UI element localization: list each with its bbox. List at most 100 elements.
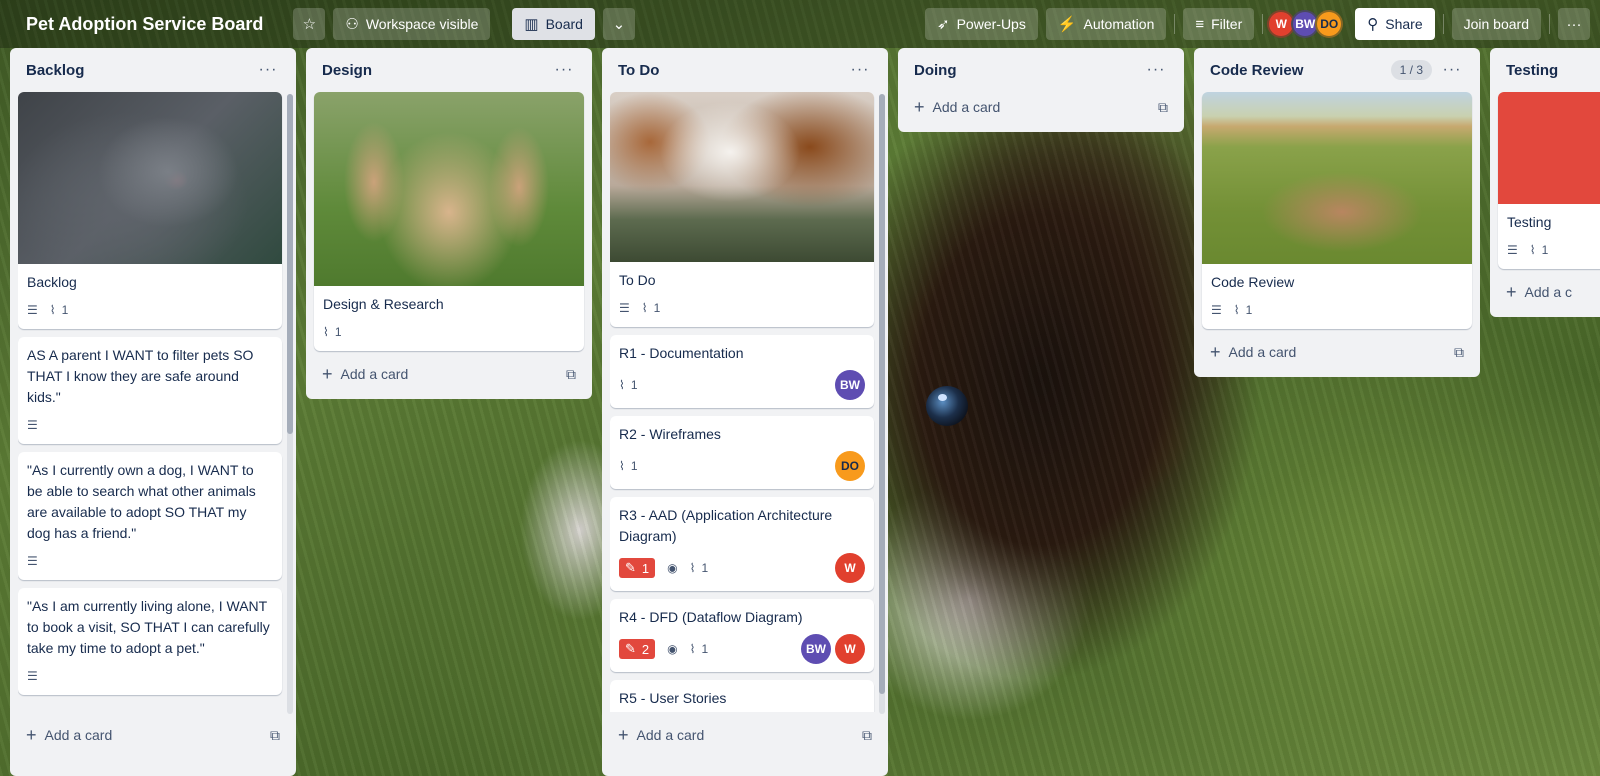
list-title[interactable]: Design xyxy=(322,62,550,79)
watch-icon: ◉ xyxy=(667,561,678,575)
card-badges: ☰ ⌇ 1 xyxy=(27,299,273,321)
paperclip-icon: ⌇ xyxy=(619,459,625,473)
share-button[interactable]: ⚲ Share xyxy=(1355,8,1435,40)
card-title: "As I currently own a dog, I WANT to be … xyxy=(27,462,256,541)
card[interactable]: Backlog ☰ ⌇ 1 xyxy=(18,92,282,329)
list-title[interactable]: Code Review xyxy=(1210,62,1391,79)
list-menu-button[interactable]: ··· xyxy=(254,56,282,84)
more-icon: ··· xyxy=(258,61,278,78)
card[interactable]: R2 - Wireframes ⌇ 1 DO xyxy=(610,416,874,489)
card[interactable]: Testing ☰ ⌇ 1 xyxy=(1498,92,1600,269)
board-view-button[interactable]: ▥ Board xyxy=(512,8,595,40)
card-title: AS A parent I WANT to filter pets SO THA… xyxy=(27,347,254,405)
attachment-badge: ⌇ 1 xyxy=(50,303,69,317)
list-title[interactable]: Testing xyxy=(1506,62,1596,79)
list-title[interactable]: Doing xyxy=(914,62,1142,79)
add-card-button[interactable]: + Add a card ⧉ xyxy=(906,88,1176,126)
card-badges: ☰ xyxy=(27,550,273,572)
description-icon: ☰ xyxy=(1211,303,1222,317)
card[interactable]: "As I am currently living alone, I WANT … xyxy=(18,588,282,695)
paperclip-icon: ⌇ xyxy=(1529,243,1536,257)
card[interactable]: "As I currently own a dog, I WANT to be … xyxy=(18,452,282,580)
card[interactable]: R5 - User Stories ✎1 ◉ BW DO W xyxy=(610,680,874,712)
member-avatar-bw[interactable]: BW xyxy=(801,634,831,664)
description-icon: ☰ xyxy=(27,303,38,317)
more-icon: ··· xyxy=(1566,15,1582,33)
attachment-badge: ⌇ 1 xyxy=(323,325,342,339)
star-button[interactable]: ☆ xyxy=(293,8,326,40)
template-icon[interactable]: ⧉ xyxy=(1454,344,1464,361)
plus-icon: + xyxy=(914,97,925,117)
card[interactable]: To Do ☰ ⌇ 1 xyxy=(610,92,874,327)
card-members: BW W xyxy=(801,634,865,664)
attachment-count: 1 xyxy=(701,561,709,575)
attachment-badge: ⌇ 1 xyxy=(619,378,638,392)
list-menu-button[interactable]: ··· xyxy=(846,56,874,84)
card-title: R5 - User Stories xyxy=(619,690,727,706)
card-badges: ☰ xyxy=(27,665,273,687)
list-testing: Testing Testing ☰ ⌇ 1 + Add a c xyxy=(1490,48,1600,317)
add-card-label: Add a card xyxy=(1228,344,1297,360)
attachment-count: 1 xyxy=(630,459,638,473)
member-avatar-do[interactable]: DO xyxy=(1315,10,1344,38)
member-avatar-w[interactable]: W xyxy=(835,634,865,664)
attachment-badge: ⌇ 1 xyxy=(1530,243,1549,257)
powerups-button[interactable]: ➶ Power-Ups xyxy=(925,8,1038,40)
list-title[interactable]: Backlog xyxy=(26,62,254,79)
add-card-button[interactable]: + Add a card ⧉ xyxy=(314,355,584,393)
card[interactable]: Code Review ☰ ⌇ 1 xyxy=(1202,92,1472,329)
header-divider xyxy=(1174,14,1176,34)
comment-badge: ✎ 2 xyxy=(619,639,656,659)
template-icon[interactable]: ⧉ xyxy=(1158,99,1168,116)
list-header: Code Review 1 / 3 ··· xyxy=(1202,48,1472,92)
list-header: Doing ··· xyxy=(906,48,1176,92)
paperclip-icon: ⌇ xyxy=(323,325,329,339)
template-icon[interactable]: ⧉ xyxy=(566,366,576,383)
card-cover-image xyxy=(314,92,584,286)
add-card-button[interactable]: + Add a c xyxy=(1498,273,1600,311)
attachment-count: 1 xyxy=(653,301,661,315)
add-person-icon: ⚲ xyxy=(1367,15,1379,33)
description-icon: ☰ xyxy=(27,418,38,432)
attachment-count: 1 xyxy=(1541,243,1549,257)
card-members: BW xyxy=(835,370,865,400)
automation-button[interactable]: ⚡ Automation xyxy=(1045,8,1167,40)
member-avatar-do[interactable]: DO xyxy=(835,451,865,481)
board-menu-button[interactable]: ··· xyxy=(1558,8,1590,40)
card[interactable]: AS A parent I WANT to filter pets SO THA… xyxy=(18,337,282,444)
plus-icon: + xyxy=(1506,282,1517,302)
filter-button[interactable]: ≡ Filter xyxy=(1183,8,1255,40)
list-menu-button[interactable]: ··· xyxy=(1438,56,1466,84)
powerups-label: Power-Ups xyxy=(956,16,1026,32)
add-card-button[interactable]: + Add a card ⧉ xyxy=(610,716,880,754)
list-menu-button[interactable]: ··· xyxy=(1142,56,1170,84)
more-icon: ··· xyxy=(554,61,574,78)
board-title[interactable]: Pet Adoption Service Board xyxy=(14,14,275,35)
card-badges: ☰ xyxy=(27,414,273,436)
header-divider xyxy=(1442,14,1444,34)
list-menu-button[interactable]: ··· xyxy=(550,56,578,84)
header-divider xyxy=(1262,14,1264,34)
visibility-button[interactable]: ⚇ Workspace visible xyxy=(333,8,491,40)
member-avatar-bw[interactable]: BW xyxy=(835,370,865,400)
card[interactable]: R1 - Documentation ⌇ 1 BW xyxy=(610,335,874,408)
join-board-button[interactable]: Join board xyxy=(1451,8,1541,40)
list-title[interactable]: To Do xyxy=(618,62,846,79)
card-members: W xyxy=(835,553,865,583)
card[interactable]: R4 - DFD (Dataflow Diagram) ✎ 2 ◉ ⌇ 1 BW W xyxy=(610,599,874,672)
card-cover-image xyxy=(18,92,282,264)
template-icon[interactable]: ⧉ xyxy=(862,727,872,744)
add-card-button[interactable]: + Add a card ⧉ xyxy=(18,716,288,754)
card[interactable]: Design & Research ⌇ 1 xyxy=(314,92,584,351)
card[interactable]: R3 - AAD (Application Architecture Diagr… xyxy=(610,497,874,591)
add-card-button[interactable]: + Add a card ⧉ xyxy=(1202,333,1472,371)
template-icon[interactable]: ⧉ xyxy=(270,727,280,744)
member-avatar-w[interactable]: W xyxy=(835,553,865,583)
attachment-count: 1 xyxy=(701,642,709,656)
paperclip-icon: ⌇ xyxy=(689,561,696,575)
view-switcher-button[interactable]: ⌄ xyxy=(602,8,635,40)
list-backlog: Backlog ··· Backlog ☰ ⌇ 1 AS A parent I … xyxy=(10,48,296,776)
board-members[interactable]: W BW DO xyxy=(1267,10,1344,38)
more-icon: ··· xyxy=(1146,61,1166,78)
list-design: Design ··· Design & Research ⌇ 1 + Add a … xyxy=(306,48,592,399)
